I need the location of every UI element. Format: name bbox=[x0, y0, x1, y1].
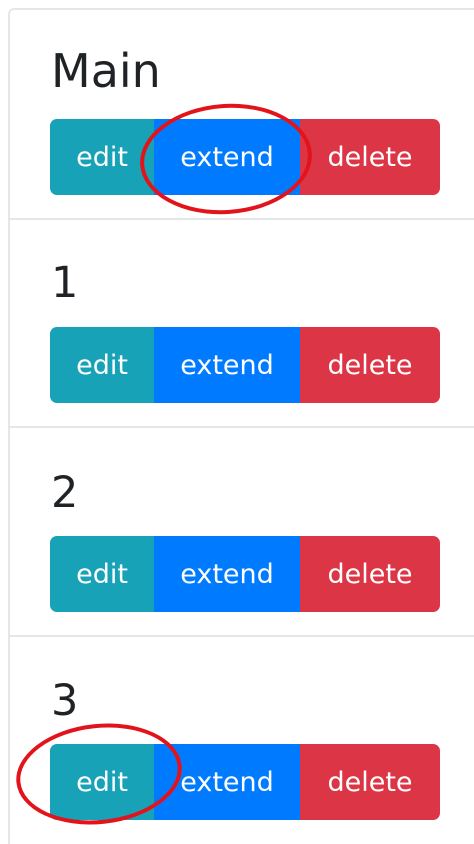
item-title-2: 2 bbox=[51, 468, 79, 518]
divider bbox=[10, 426, 474, 428]
button-group-2: edit extend delete bbox=[50, 536, 440, 612]
delete-button[interactable]: delete bbox=[300, 744, 440, 820]
extend-button[interactable]: extend bbox=[154, 119, 300, 195]
delete-button[interactable]: delete bbox=[300, 327, 440, 403]
item-title-1: 1 bbox=[51, 258, 79, 308]
button-group-1: edit extend delete bbox=[50, 327, 440, 403]
extend-button[interactable]: extend bbox=[154, 536, 300, 612]
extend-button[interactable]: extend bbox=[154, 744, 300, 820]
edit-button[interactable]: edit bbox=[50, 327, 154, 403]
button-group-3: edit extend delete bbox=[50, 744, 440, 820]
delete-button[interactable]: delete bbox=[300, 119, 440, 195]
item-title-3: 3 bbox=[51, 676, 79, 726]
button-group-main: edit extend delete bbox=[50, 119, 440, 195]
extend-button[interactable]: extend bbox=[154, 327, 300, 403]
item-title-main: Main bbox=[51, 44, 161, 98]
edit-button[interactable]: edit bbox=[50, 119, 154, 195]
divider bbox=[10, 635, 474, 637]
edit-button[interactable]: edit bbox=[50, 744, 154, 820]
delete-button[interactable]: delete bbox=[300, 536, 440, 612]
edit-button[interactable]: edit bbox=[50, 536, 154, 612]
divider bbox=[10, 218, 474, 220]
